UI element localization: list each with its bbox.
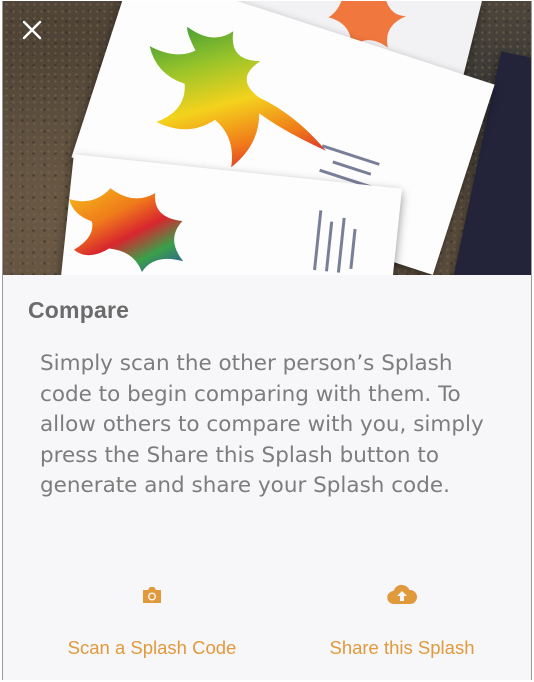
instructions-text: Simply scan the other person’s Splash co… [40,351,484,498]
share-splash-button[interactable]: Share this Splash [313,583,491,659]
scan-splash-code-button[interactable]: Scan a Splash Code [50,583,254,659]
close-button[interactable] [17,17,47,47]
share-button-label: Share this Splash [329,637,475,658]
camera-icon [141,583,163,607]
scan-button-label: Scan a Splash Code [67,637,237,658]
hero-image [3,1,531,275]
section-title: Compare [28,297,130,323]
close-icon [22,20,42,45]
cloud-upload-icon [386,583,418,607]
compare-screen: Compare Simply scan the other person’s S… [2,1,532,680]
